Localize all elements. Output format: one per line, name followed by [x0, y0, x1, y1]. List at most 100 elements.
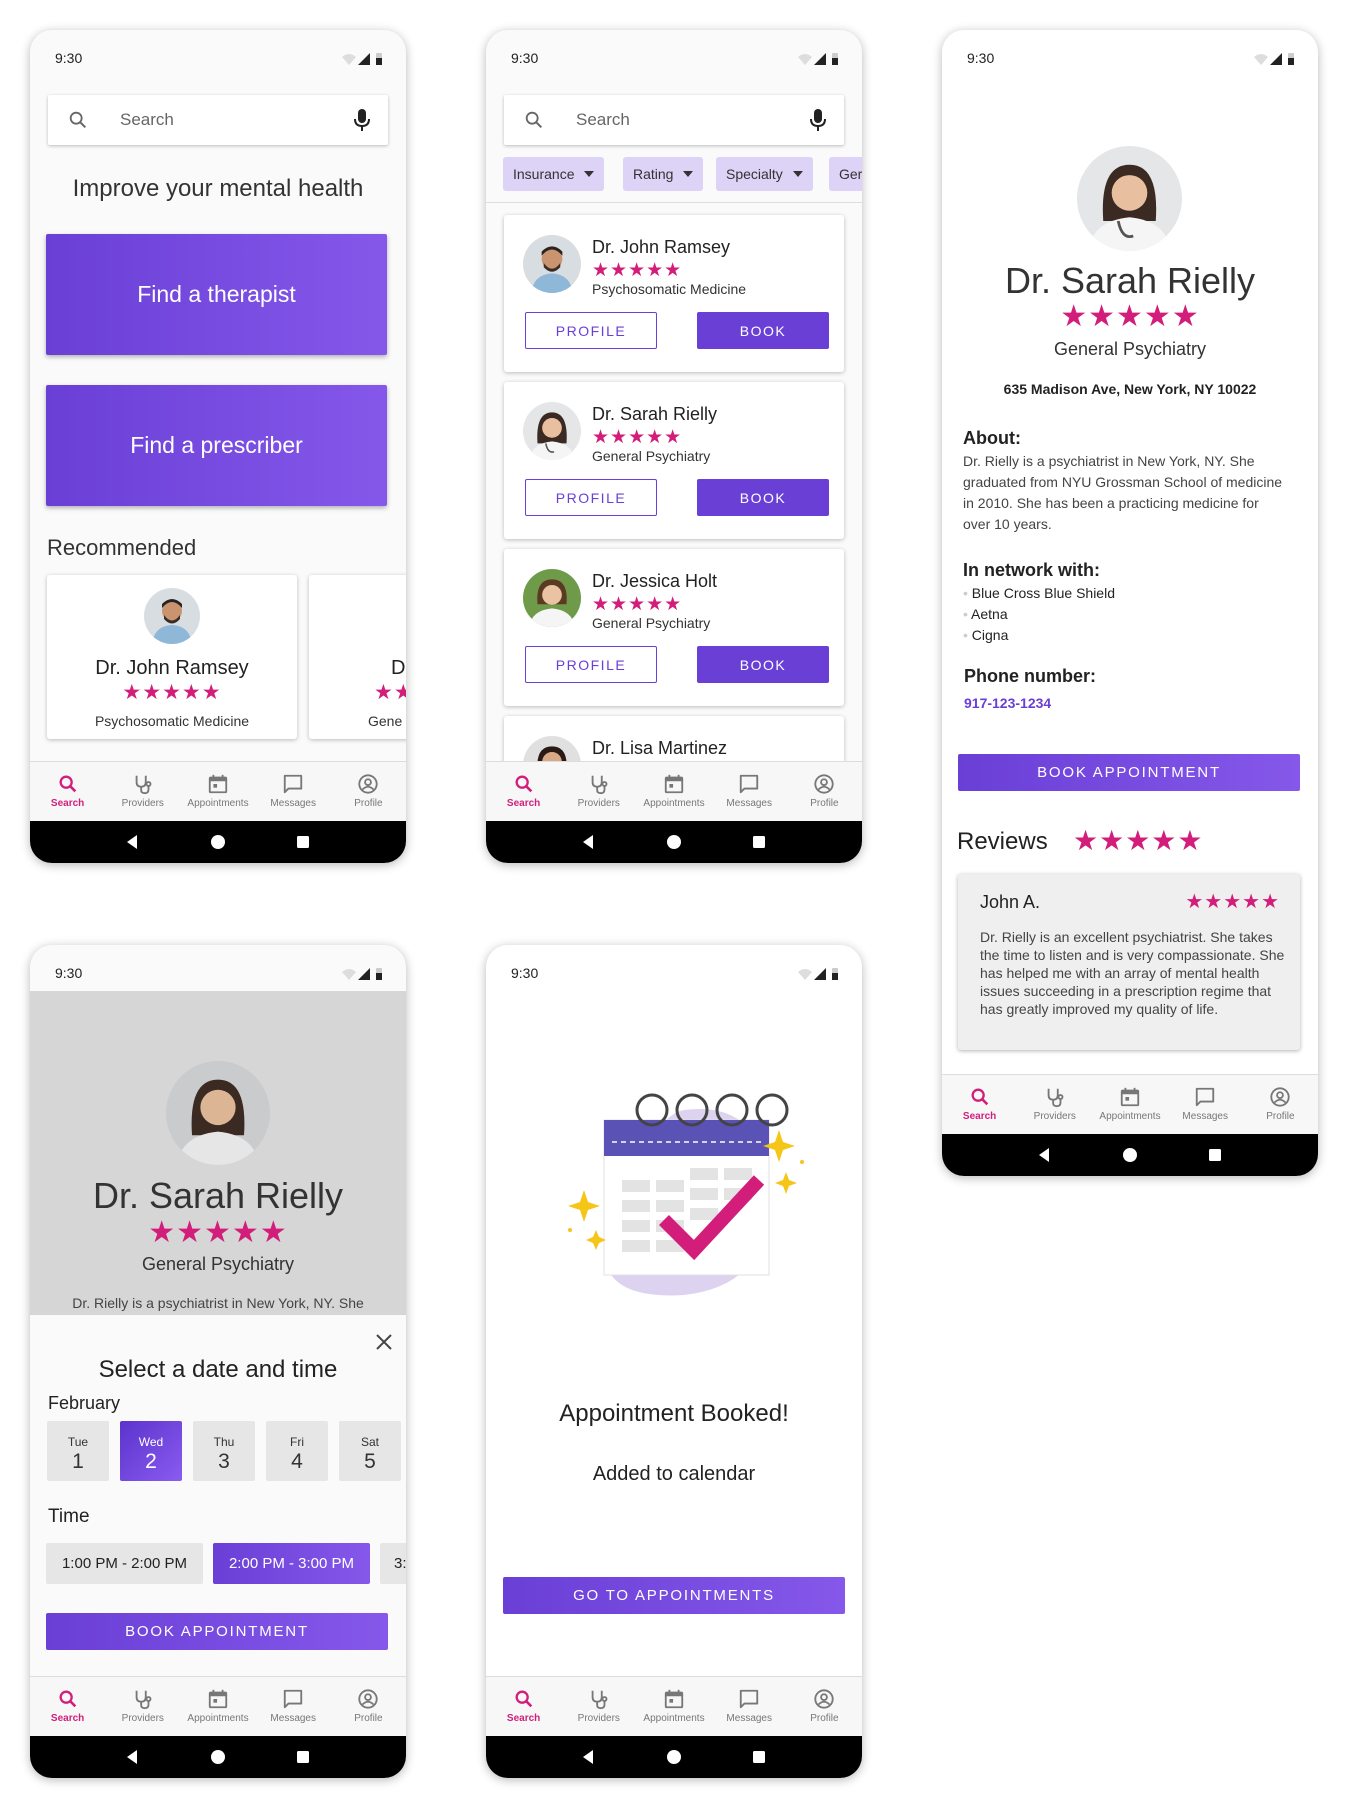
book-button[interactable]: BOOK — [697, 646, 829, 683]
nav-search[interactable]: Search — [486, 762, 561, 821]
time-slot-selected[interactable]: 2:00 PM - 3:00 PM — [213, 1543, 370, 1584]
nav-appointments[interactable]: Appointments — [1092, 1075, 1167, 1134]
booking-screen: 9:30 Dr. Sarah Rielly ★★★★★ General Psyc… — [30, 945, 406, 1778]
provider-card: Dr. Jessica Holt ★★★★★ General Psychiatr… — [504, 549, 844, 706]
profile-icon — [358, 774, 379, 794]
recents-icon[interactable] — [750, 833, 768, 851]
filter-label: Specialty — [726, 166, 783, 182]
microphone-icon[interactable] — [808, 108, 828, 132]
status-bar: 9:30 — [942, 30, 1318, 72]
date-option[interactable]: Tue 1 — [47, 1421, 109, 1481]
home-icon[interactable] — [1121, 1146, 1139, 1164]
home-icon[interactable] — [209, 1748, 227, 1766]
date-option[interactable]: Fri 4 — [266, 1421, 328, 1481]
date-option-selected[interactable]: Wed 2 — [120, 1421, 182, 1481]
back-icon[interactable] — [1036, 1146, 1054, 1164]
network-name: Aetna — [971, 606, 1008, 622]
close-icon[interactable] — [374, 1332, 394, 1352]
nav-search[interactable]: Search — [486, 1677, 561, 1736]
filter-insurance[interactable]: Insurance — [503, 157, 605, 191]
nav-messages[interactable]: Messages — [1168, 1075, 1243, 1134]
nav-providers[interactable]: Providers — [105, 1677, 180, 1736]
find-prescriber-button[interactable]: Find a prescriber — [46, 385, 387, 506]
card-doctor-name: Dr — [391, 657, 406, 679]
date-option[interactable]: Sat 5 — [339, 1421, 401, 1481]
back-icon[interactable] — [124, 1748, 142, 1766]
filter-divider — [486, 202, 862, 203]
nav-providers[interactable]: Providers — [561, 1677, 636, 1736]
network-name: Cigna — [971, 627, 1009, 643]
home-icon[interactable] — [665, 833, 683, 851]
microphone-icon[interactable] — [352, 108, 372, 132]
nav-messages[interactable]: Messages — [256, 1677, 331, 1736]
nav-search[interactable]: Search — [30, 762, 105, 821]
status-time: 9:30 — [55, 965, 83, 981]
filter-gender[interactable]: Ger — [829, 157, 862, 191]
recommended-card[interactable]: Dr. John Ramsey ★★★★★ Psychosomatic Medi… — [47, 575, 297, 739]
profile-screen: 9:30 Dr. Sarah Rielly ★★★★★ General Psyc… — [942, 30, 1318, 1176]
nav-appointments[interactable]: Appointments — [636, 762, 711, 821]
book-appointment-button[interactable]: BOOK APPOINTMENT — [958, 754, 1300, 791]
signal-battery-icon — [342, 53, 382, 65]
search-placeholder[interactable]: Search — [120, 110, 174, 130]
book-button[interactable]: BOOK — [697, 479, 829, 516]
go-to-appointments-button[interactable]: GO TO APPOINTMENTS — [503, 1577, 845, 1614]
nav-providers[interactable]: Providers — [1017, 1075, 1092, 1134]
nav-appointments[interactable]: Appointments — [180, 762, 255, 821]
calendar-icon — [208, 1689, 228, 1709]
nav-label: Search — [506, 798, 541, 809]
system-nav-bar — [486, 1736, 862, 1778]
search-bar[interactable]: Search — [504, 95, 844, 145]
recommended-card[interactable]: Dr ★★★★★ Gene — [309, 575, 406, 739]
nav-profile[interactable]: Profile — [787, 1677, 862, 1736]
status-time: 9:30 — [967, 50, 995, 66]
reviews-title: Reviews — [957, 828, 1048, 855]
rating-stars: ★★★★★ — [148, 1216, 288, 1249]
card-specialty: Psychosomatic Medicine — [94, 713, 250, 729]
nav-providers[interactable]: Providers — [561, 762, 636, 821]
nav-providers[interactable]: Providers — [105, 762, 180, 821]
search-placeholder[interactable]: Search — [576, 110, 630, 130]
filter-rating[interactable]: Rating — [623, 157, 704, 191]
back-icon[interactable] — [580, 833, 598, 851]
chat-icon — [284, 1689, 303, 1709]
nav-messages[interactable]: Messages — [712, 762, 787, 821]
nav-appointments[interactable]: Appointments — [180, 1677, 255, 1736]
book-appointment-button[interactable]: BOOK APPOINTMENT — [46, 1613, 388, 1650]
profile-button[interactable]: PROFILE — [525, 479, 657, 516]
nav-search[interactable]: Search — [30, 1677, 105, 1736]
nav-profile[interactable]: Profile — [331, 762, 406, 821]
filter-specialty[interactable]: Specialty — [716, 157, 813, 191]
book-button[interactable]: BOOK — [697, 312, 829, 349]
phone-link[interactable]: 917-123-1234 — [964, 695, 1051, 711]
recents-icon[interactable] — [294, 1748, 312, 1766]
time-label: Time — [48, 1506, 90, 1527]
nav-profile[interactable]: Profile — [331, 1677, 406, 1736]
nav-profile[interactable]: Profile — [787, 762, 862, 821]
nav-messages[interactable]: Messages — [712, 1677, 787, 1736]
profile-button[interactable]: PROFILE — [525, 646, 657, 683]
nav-label: Providers — [577, 1713, 620, 1724]
network-item: • Cigna — [963, 627, 1009, 643]
search-bar[interactable]: Search — [48, 95, 388, 145]
nav-profile[interactable]: Profile — [1243, 1075, 1318, 1134]
recents-icon[interactable] — [1206, 1146, 1224, 1164]
nav-search[interactable]: Search — [942, 1075, 1017, 1134]
home-icon[interactable] — [209, 833, 227, 851]
day-of-week: Thu — [213, 1435, 235, 1449]
filter-label: Rating — [633, 166, 674, 182]
date-option[interactable]: Thu 3 — [193, 1421, 255, 1481]
time-slot[interactable]: 1:00 PM - 2:00 PM — [46, 1543, 203, 1584]
back-icon[interactable] — [124, 833, 142, 851]
home-icon[interactable] — [665, 1748, 683, 1766]
system-nav-bar — [486, 821, 862, 863]
profile-button[interactable]: PROFILE — [525, 312, 657, 349]
nav-messages[interactable]: Messages — [256, 762, 331, 821]
time-slot[interactable]: 3: — [380, 1543, 406, 1584]
nav-appointments[interactable]: Appointments — [636, 1677, 711, 1736]
back-icon[interactable] — [580, 1748, 598, 1766]
provider-name: Dr. Lisa Martinez — [592, 738, 728, 758]
recents-icon[interactable] — [294, 833, 312, 851]
recents-icon[interactable] — [750, 1748, 768, 1766]
find-therapist-button[interactable]: Find a therapist — [46, 234, 387, 355]
